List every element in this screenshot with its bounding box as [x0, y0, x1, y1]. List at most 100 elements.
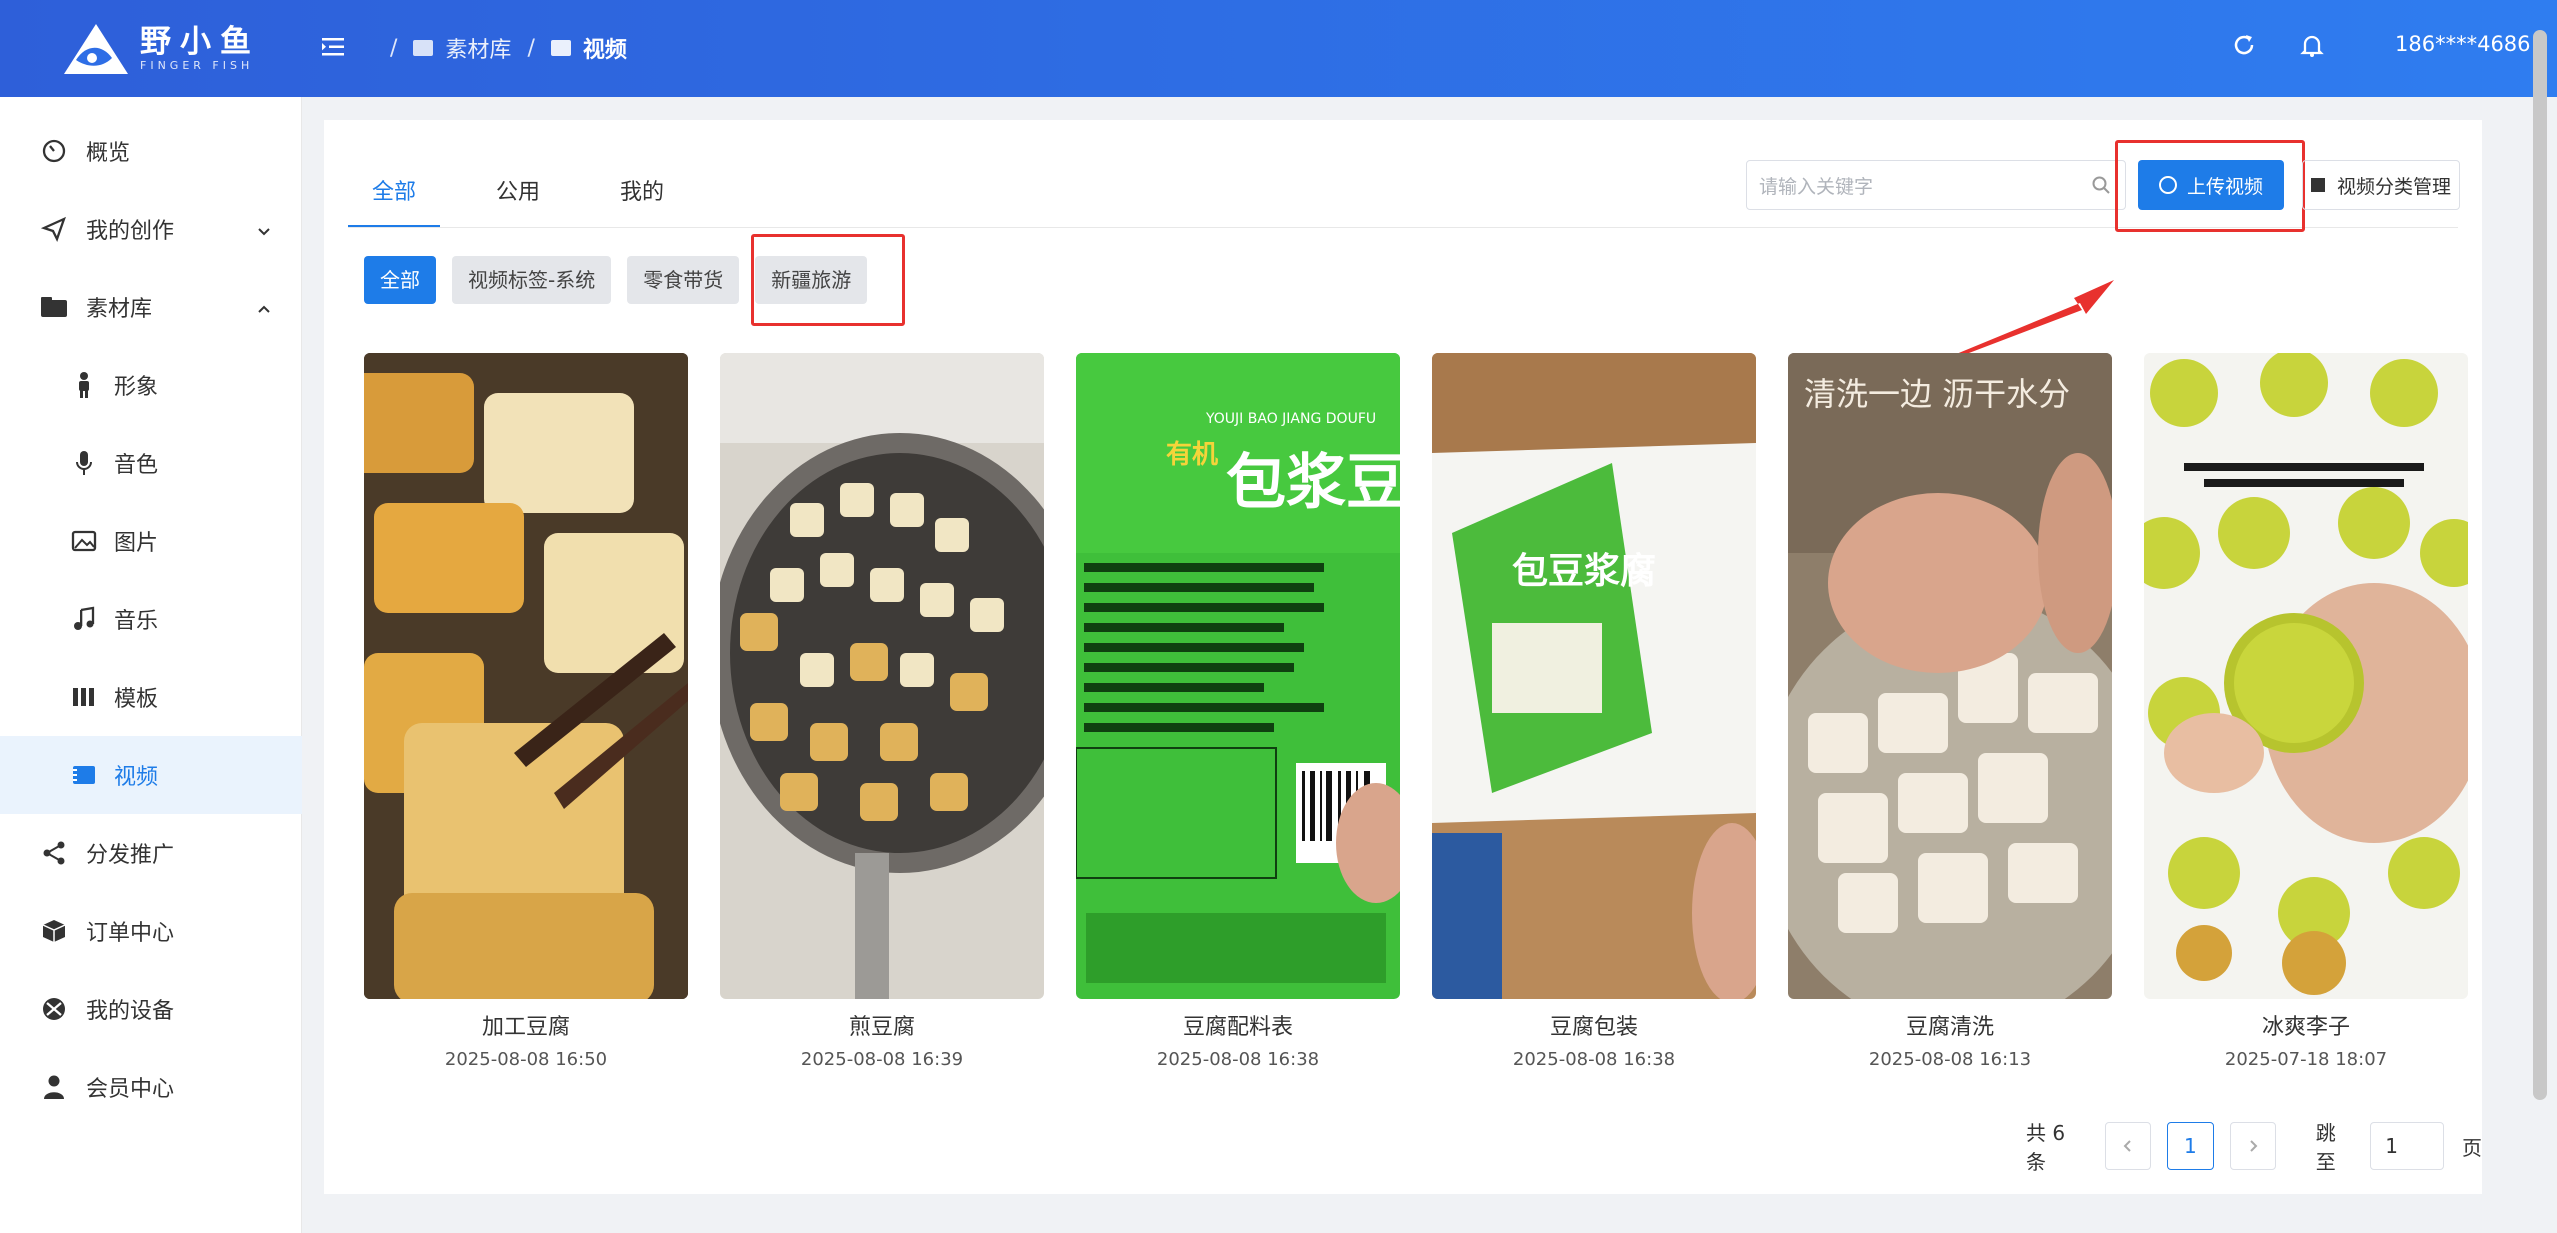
- sidebar-item-avatar[interactable]: 形象: [0, 346, 302, 424]
- sidebar-item-label: 素材库: [86, 297, 153, 322]
- sidebar-item-label: 音乐: [114, 609, 159, 634]
- video-card[interactable]: 包浆豆 有机 YOUJI BAO JIANG DOUFU 豆腐配料表 2025-…: [1076, 353, 1400, 1070]
- chevron-left-icon: [2123, 1140, 2131, 1152]
- highlight-box-chip: [751, 234, 905, 326]
- sidebar-item-label: 模板: [114, 687, 159, 712]
- sidebar: 概览 我的创作 素材库 形象 音色 图片 音乐 模板 视频 分发推广 订单中心: [0, 97, 302, 1233]
- video-title: 加工豆腐: [481, 1015, 570, 1040]
- sidebar-item-label: 分发推广: [86, 843, 175, 868]
- sidebar-item-distribution[interactable]: 分发推广: [0, 814, 302, 892]
- video-card[interactable]: 冰爽李子 2025-07-18 18:07: [2144, 353, 2468, 1070]
- page-number-button[interactable]: 1: [2167, 1122, 2214, 1170]
- tab-public[interactable]: 公用: [472, 160, 564, 228]
- video-title: 豆腐包装: [1549, 1015, 1638, 1040]
- breadcrumb-separator: /: [527, 35, 535, 61]
- video-date: 2025-08-08 16:50: [444, 1049, 608, 1070]
- sidebar-item-music[interactable]: 音乐: [0, 580, 302, 658]
- thumb-package-text: 包豆浆腐: [1512, 551, 1656, 592]
- category-manage-button[interactable]: 视频分类管理: [2302, 160, 2460, 210]
- dashboard-icon: [40, 137, 68, 165]
- video-card[interactable]: 包豆浆腐 豆腐包装 2025-08-08 16:38: [1432, 353, 1756, 1070]
- sidebar-item-overview[interactable]: 概览: [0, 112, 302, 190]
- video-date: 2025-08-08 16:13: [1868, 1049, 2032, 1070]
- video-thumbnail[interactable]: 包浆豆 有机 YOUJI BAO JIANG DOUFU: [1076, 353, 1400, 999]
- device-icon: [40, 995, 68, 1023]
- sidebar-item-label: 视频: [114, 765, 159, 790]
- app-logo[interactable]: 野小鱼 FINGER FISH: [62, 20, 260, 78]
- menu-fold-icon[interactable]: [320, 34, 346, 60]
- sidebar-item-label: 音色: [114, 453, 159, 478]
- tab-all[interactable]: 全部: [348, 160, 441, 228]
- box-icon: [40, 917, 68, 945]
- thumb-package-brand: 包浆豆: [1226, 448, 1400, 518]
- bell-icon[interactable]: [2297, 30, 2327, 60]
- video-thumbnail[interactable]: 清洗一边 沥干水分: [1788, 353, 2112, 999]
- thumb-package-subtitle: YOUJI BAO JIANG DOUFU: [1205, 411, 1376, 427]
- video-icon: [70, 761, 98, 789]
- sidebar-item-label: 形象: [114, 375, 159, 400]
- video-card[interactable]: 清洗一边 沥干水分 豆腐清洗 2025-08-08 16:13: [1788, 353, 2112, 1070]
- chip-snacks[interactable]: 零食带货: [627, 256, 740, 304]
- refresh-icon[interactable]: [2229, 30, 2259, 60]
- sidebar-item-label: 会员中心: [86, 1077, 175, 1102]
- breadcrumb-label: 视频: [582, 38, 627, 63]
- sidebar-item-label: 概览: [86, 141, 131, 166]
- sidebar-item-membership[interactable]: 会员中心: [0, 1048, 302, 1126]
- video-date: 2025-08-08 16:38: [1156, 1049, 1320, 1070]
- microphone-icon: [70, 449, 98, 477]
- sidebar-item-images[interactable]: 图片: [0, 502, 302, 580]
- top-header: 野小鱼 FINGER FISH / 素材库 / 视频 186****4686: [0, 0, 2557, 97]
- sidebar-item-label: 订单中心: [86, 921, 175, 946]
- user-account[interactable]: 186****4686: [2395, 32, 2531, 56]
- paper-plane-icon: [40, 215, 68, 243]
- breadcrumb-separator: /: [390, 35, 398, 61]
- video-date: 2025-08-08 16:39: [800, 1049, 964, 1070]
- chip-system-tag[interactable]: 视频标签-系统: [452, 256, 612, 304]
- video-card[interactable]: 煎豆腐 2025-08-08 16:39: [720, 353, 1044, 1070]
- sidebar-item-devices[interactable]: 我的设备: [0, 970, 302, 1048]
- chevron-up-icon: [256, 298, 272, 314]
- video-date: 2025-07-18 18:07: [2224, 1049, 2388, 1070]
- chip-all[interactable]: 全部: [364, 256, 436, 304]
- sidebar-item-video[interactable]: 视频: [0, 736, 302, 814]
- music-icon: [70, 605, 98, 633]
- breadcrumb: / 素材库 / 视频: [390, 30, 643, 66]
- video-thumbnail[interactable]: [720, 353, 1044, 999]
- video-thumbnail[interactable]: [364, 353, 688, 999]
- sidebar-item-label: 我的创作: [86, 219, 175, 244]
- sidebar-item-template[interactable]: 模板: [0, 658, 302, 736]
- thumb-package-tag: 有机: [1166, 440, 1218, 470]
- manage-label: 视频分类管理: [2336, 175, 2451, 198]
- sidebar-item-label: 图片: [114, 531, 159, 556]
- video-title: 豆腐清洗: [1905, 1015, 1994, 1040]
- sidebar-item-label: 我的设备: [86, 999, 175, 1024]
- main-panel: 全部 公用 我的 请输入关键字 上传视频 视频分类管理 全部 视频标签-系统 零…: [324, 120, 2482, 1194]
- sidebar-item-creation[interactable]: 我的创作: [0, 190, 302, 268]
- page-scrollbar[interactable]: [2533, 30, 2547, 1100]
- page-unit-label: 页: [2462, 1135, 2482, 1160]
- logo-subtitle: FINGER FISH: [140, 59, 254, 72]
- share-icon: [40, 839, 68, 867]
- folder-icon: [40, 293, 68, 321]
- video-date: 2025-08-08 16:38: [1512, 1049, 1676, 1070]
- sidebar-item-voice[interactable]: 音色: [0, 424, 302, 502]
- video-thumbnail[interactable]: 包豆浆腐: [1432, 353, 1756, 999]
- person-icon: [70, 371, 98, 399]
- jump-label: 跳至: [2315, 1121, 2336, 1174]
- pagination-total: 共 6 条: [2026, 1121, 2066, 1174]
- sidebar-item-orders[interactable]: 订单中心: [0, 892, 302, 970]
- prev-page-button[interactable]: [2104, 1122, 2152, 1170]
- tab-mine[interactable]: 我的: [596, 160, 688, 228]
- scope-tabs: 全部 公用 我的: [348, 160, 720, 228]
- video-card[interactable]: 加工豆腐 2025-08-08 16:50: [364, 353, 688, 1070]
- folder-icon: [413, 40, 434, 56]
- breadcrumb-item-library[interactable]: 素材库: [413, 32, 511, 64]
- template-icon: [70, 683, 98, 711]
- sidebar-item-library[interactable]: 素材库: [0, 268, 302, 346]
- video-thumbnail[interactable]: [2144, 353, 2468, 999]
- jump-page-input[interactable]: 1: [2370, 1122, 2444, 1170]
- chevron-down-icon: [256, 220, 272, 236]
- next-page-button[interactable]: [2229, 1122, 2276, 1170]
- highlight-box-upload: [2115, 140, 2305, 232]
- pagination: 共 6 条 1 跳至 1 页: [2026, 1121, 2482, 1174]
